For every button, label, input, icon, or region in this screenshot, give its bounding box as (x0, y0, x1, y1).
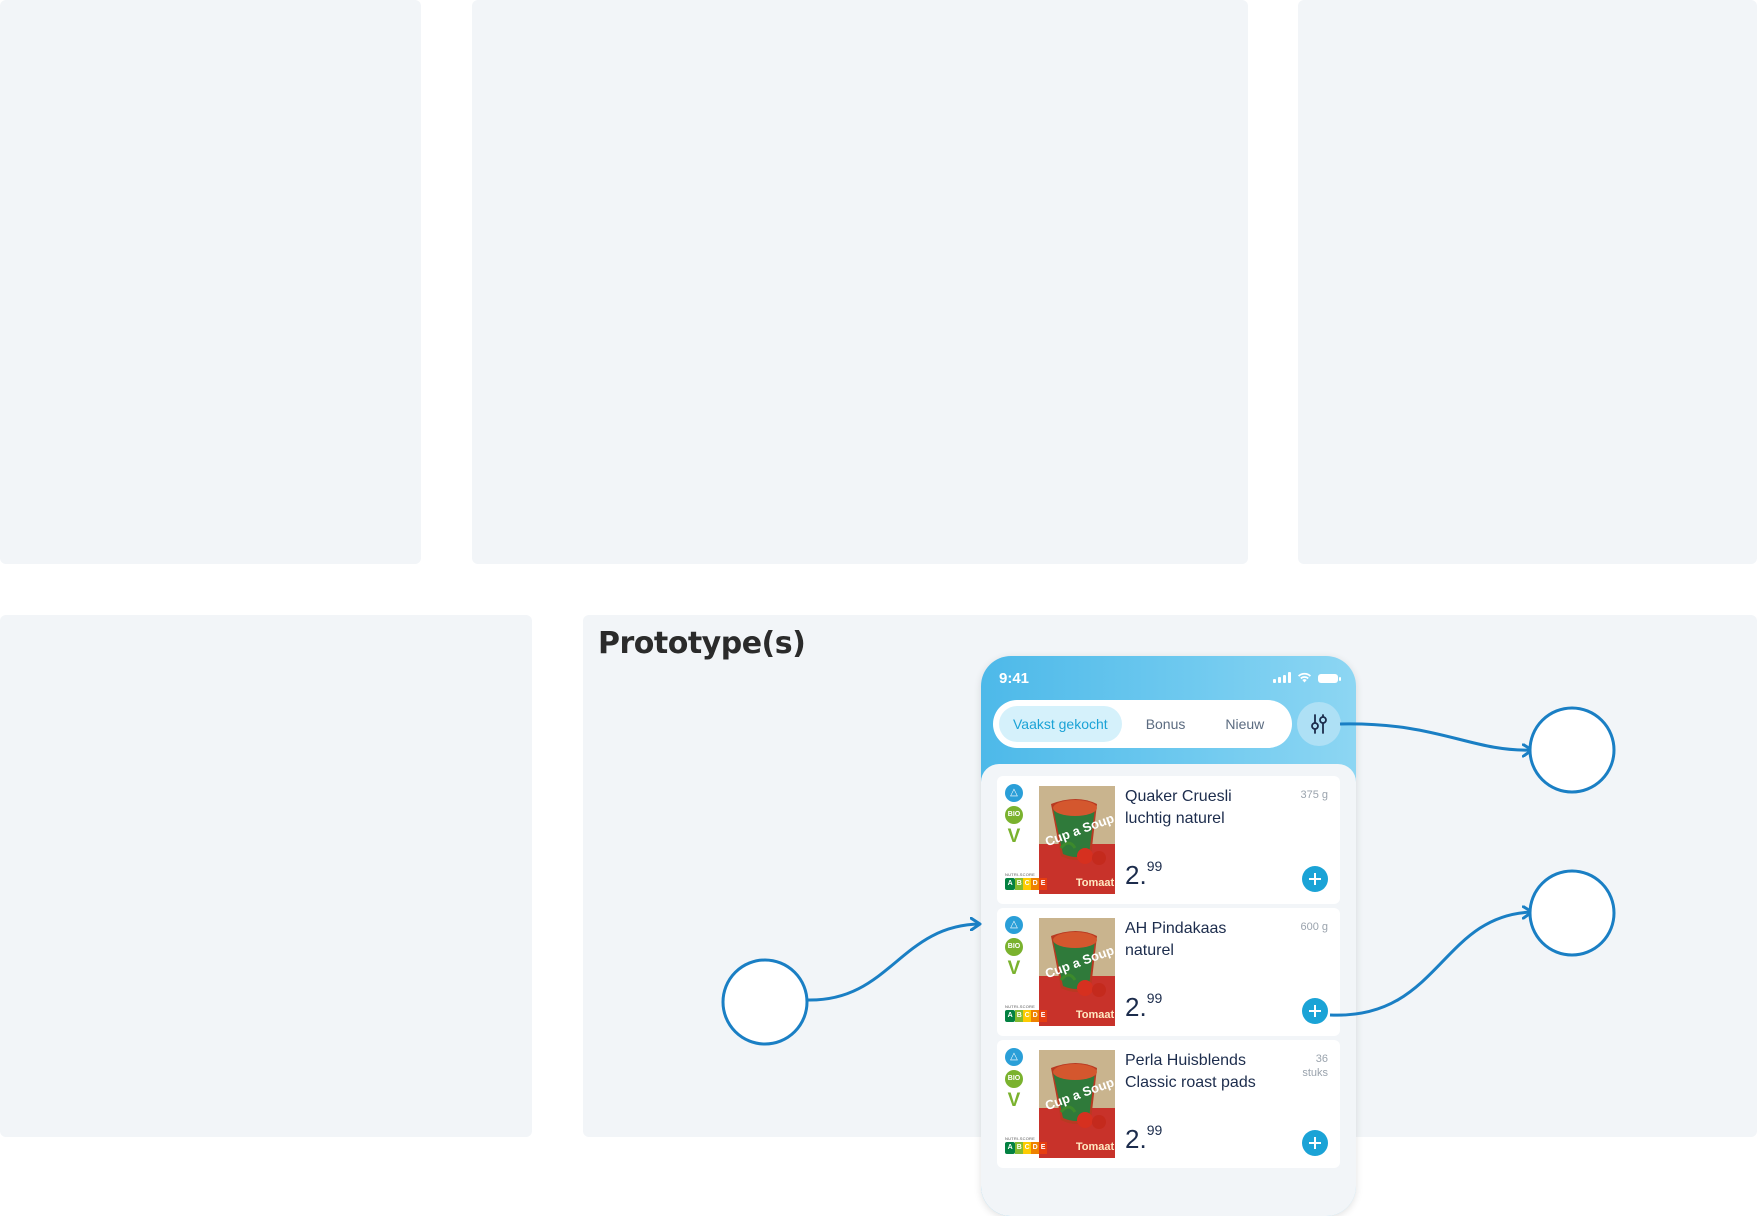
sustainability-icon: △ (1005, 916, 1023, 934)
product-unit: 600 g (1300, 921, 1328, 933)
price-main: 2. (1125, 992, 1147, 1022)
price-main: 2. (1125, 1124, 1147, 1154)
nutri-letter: B (1015, 1010, 1024, 1022)
nutri-letter: A (1005, 1010, 1016, 1022)
product-unit: 375 g (1300, 789, 1328, 801)
nutri-letter: C (1023, 1142, 1032, 1154)
nutri-score: NUTRI-SCORE A B C D E (1005, 872, 1047, 892)
nutri-letter: D (1031, 1010, 1040, 1022)
product-image: Cup a Soup Tomaat (1039, 918, 1115, 1026)
signal-icon (1273, 672, 1291, 683)
product-flavor: Tomaat (1076, 1009, 1115, 1021)
placeholder-panel-2 (472, 0, 1248, 564)
vegan-badge: V (1007, 1090, 1021, 1111)
vegan-badge: V (1007, 826, 1021, 847)
vegan-badge: V (1007, 958, 1021, 979)
battery-icon (1318, 674, 1341, 683)
nutri-score: NUTRI-SCORE A B C D E (1005, 1136, 1047, 1156)
sustainability-icon: △ (1005, 784, 1023, 802)
wifi-icon (1298, 672, 1311, 683)
nutri-letter: C (1023, 878, 1032, 890)
filter-button[interactable] (1297, 702, 1341, 746)
filter-sliders-icon (1311, 714, 1327, 734)
product-name[interactable]: Perla Huisblends Classic roast pads (1125, 1050, 1275, 1094)
status-bar: 9:41 (981, 656, 1356, 700)
sustainability-icon: △ (1005, 1048, 1023, 1066)
product-name[interactable]: Quaker Cruesli luchtig naturel (1125, 786, 1275, 830)
status-time: 9:41 (999, 670, 1030, 687)
placeholder-panel-1 (0, 0, 421, 564)
product-flavor: Tomaat (1076, 1141, 1115, 1153)
nutri-letter: E (1039, 1010, 1047, 1022)
price-cents: 99 (1146, 990, 1163, 1006)
product-list: △ BIO V Cup a Soup Tomaat NUTRI-SCORE A … (981, 764, 1356, 1216)
bio-badge: BIO (1005, 938, 1023, 956)
tab-bonus[interactable]: Bonus (1132, 706, 1200, 742)
product-card[interactable]: △ BIO V Cup a Soup Tomaat NUTRI-SCORE A … (997, 1040, 1340, 1168)
tab-vaakst-gekocht[interactable]: Vaakst gekocht (999, 706, 1122, 742)
nutri-letter: D (1031, 878, 1040, 890)
price-main: 2. (1125, 860, 1147, 890)
product-unit: 36 stuks (1302, 1053, 1328, 1079)
nutri-letter: A (1005, 1142, 1016, 1154)
status-icons (1273, 672, 1341, 683)
add-to-cart-button[interactable] (1302, 866, 1328, 892)
phone-mockup: 9:41 Vaakst gekocht Bonus Nieuw △ BIO V (981, 656, 1356, 1216)
nutri-score: NUTRI-SCORE A B C D E (1005, 1004, 1047, 1024)
nutri-letter: A (1005, 878, 1016, 890)
product-price: 2.99 (1125, 1122, 1163, 1155)
product-image: Cup a Soup Tomaat (1039, 786, 1115, 894)
nutri-letter: B (1015, 878, 1024, 890)
product-price: 2.99 (1125, 990, 1163, 1023)
bio-badge: BIO (1005, 806, 1023, 824)
product-card[interactable]: △ BIO V Cup a Soup Tomaat NUTRI-SCORE A … (997, 776, 1340, 904)
price-cents: 99 (1146, 858, 1163, 874)
bio-badge: BIO (1005, 1070, 1023, 1088)
add-to-cart-button[interactable] (1302, 1130, 1328, 1156)
price-cents: 99 (1146, 1122, 1163, 1138)
product-price: 2.99 (1125, 858, 1163, 891)
product-image: Cup a Soup Tomaat (1039, 1050, 1115, 1158)
add-to-cart-button[interactable] (1302, 998, 1328, 1024)
nutri-letter: E (1039, 1142, 1047, 1154)
nutri-letter: C (1023, 1010, 1032, 1022)
tab-nieuw[interactable]: Nieuw (1211, 706, 1278, 742)
placeholder-panel-3 (1298, 0, 1757, 564)
tab-bar: Vaakst gekocht Bonus Nieuw (993, 700, 1292, 748)
product-flavor: Tomaat (1076, 877, 1115, 889)
product-card[interactable]: △ BIO V Cup a Soup Tomaat NUTRI-SCORE A … (997, 908, 1340, 1036)
nutri-letter: E (1039, 878, 1047, 890)
placeholder-panel-4 (0, 615, 532, 1137)
section-title: Prototype(s) (598, 626, 806, 661)
product-name[interactable]: AH Pindakaas naturel (1125, 918, 1275, 962)
nutri-letter: B (1015, 1142, 1024, 1154)
nutri-letter: D (1031, 1142, 1040, 1154)
